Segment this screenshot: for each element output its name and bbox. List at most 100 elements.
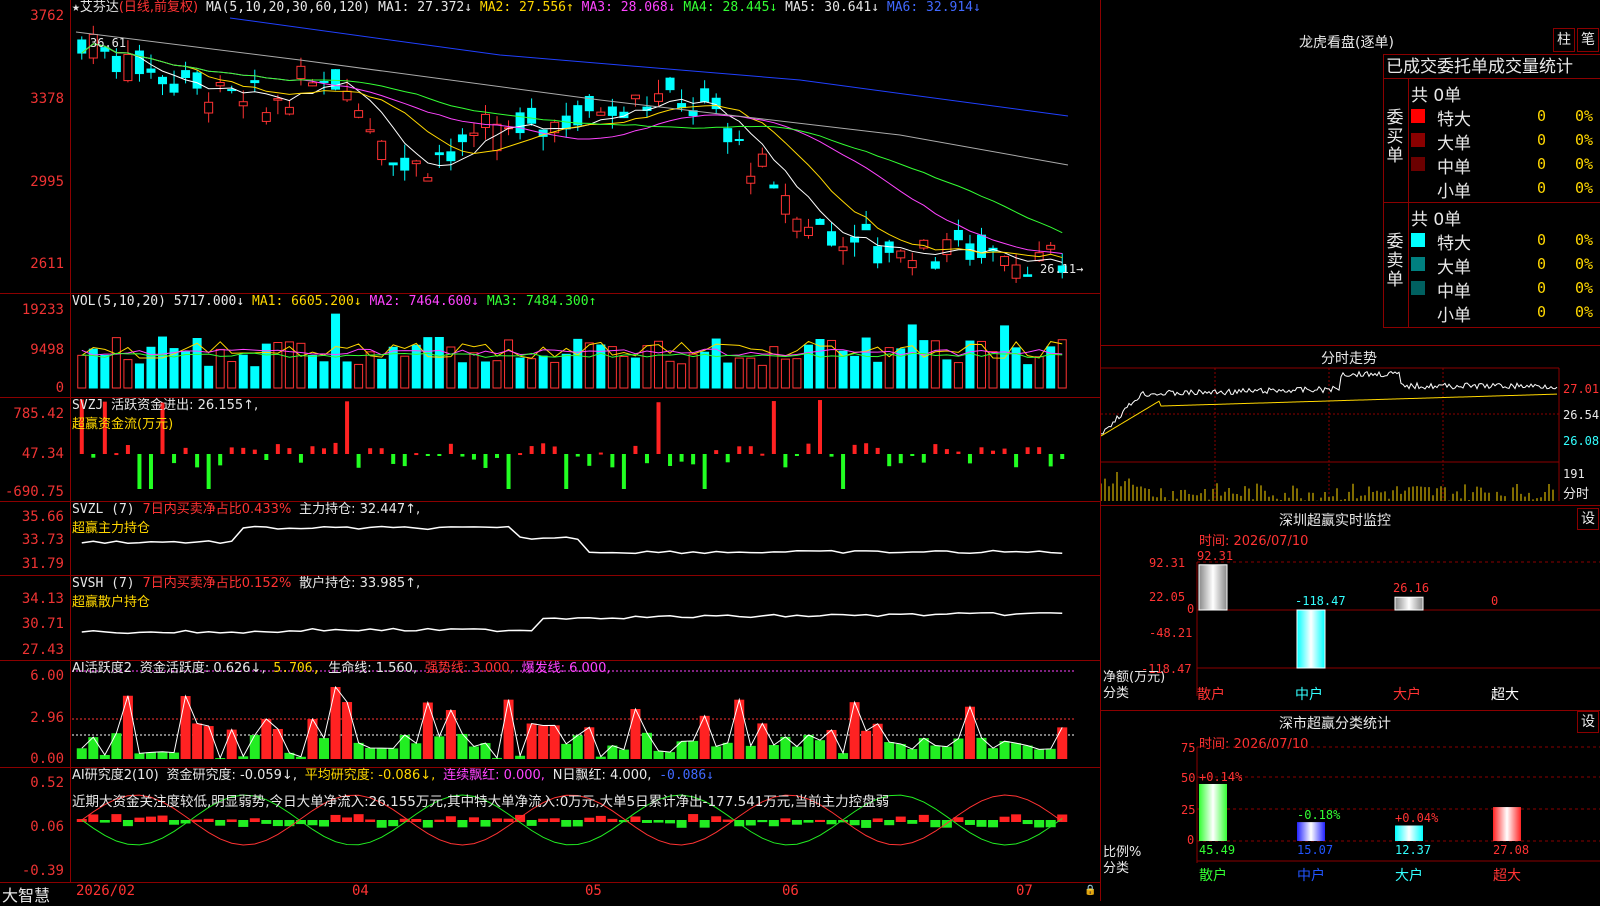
sz-class-panel[interactable]: 深市超赢分类统计 设 时间: 2026/07/10 75 50 25 0 比例%… (1100, 710, 1600, 901)
activity-bar (169, 752, 180, 759)
svzj-header: SVZJ 活跃资金进出: 26.155↑, (72, 398, 258, 414)
fund-flow-bar (506, 454, 511, 489)
volume-bar (792, 358, 802, 389)
sz-monitor-chart[interactable] (1101, 506, 1600, 711)
ma5-value: MA5: 30.641↓ (785, 0, 880, 15)
fund-flow-bar (806, 443, 811, 454)
fund-flow-bar (471, 454, 476, 460)
ma1-value: MA1: 27.372↓ (378, 0, 473, 15)
research-bar (249, 818, 260, 822)
fund-flow-bar (991, 450, 996, 454)
ai-consecutive-red: 连续飘红: 0.000, (443, 768, 545, 783)
fund-flow-bar (887, 454, 892, 467)
volume-bar (584, 342, 594, 389)
fund-flow-bar (541, 443, 546, 454)
volume-bar (746, 357, 756, 389)
order-row: 中单 0 0% (1409, 153, 1600, 178)
volume-bar (734, 357, 744, 389)
activity-bar (538, 725, 549, 759)
volume-bar (988, 351, 998, 389)
candle-body (296, 65, 306, 80)
fund-flow-bar (483, 454, 488, 468)
research-bar (99, 820, 110, 823)
svzl-label: SVZL (7) (72, 502, 135, 517)
order-row: 小单 0 0% (1409, 301, 1600, 326)
ai-research-avg: 平均研究度: -0.086↓, (304, 768, 436, 783)
research-bar (595, 815, 606, 822)
fund-flow-bar (621, 454, 626, 489)
sz-monitor-panel[interactable]: 深圳超赢实时监控 设 时间: 2026/07/10 92.31 22.05 0 … (1100, 505, 1600, 711)
svsh-ratio: 7日内买卖净占比0.152% (142, 576, 292, 591)
volume-bar (688, 353, 698, 389)
longhu-tabs[interactable]: 已成交委托单成交量统计 (1383, 54, 1600, 79)
svzl-value: 主力持仓: 32.447↑, (299, 502, 421, 517)
volume-panel[interactable]: 19233 9498 0 VOL(5,10,20) 5717.000↓ MA1:… (0, 294, 1100, 398)
fund-flow-bar (437, 454, 442, 456)
sz-class-category-label: 分类 (1103, 861, 1130, 876)
category-label: 大户 (1395, 868, 1423, 884)
fund-flow-bar (656, 402, 661, 454)
svzl-panel[interactable]: 35.66 33.73 31.79 SVZL (7) 7日内买卖净占比0.433… (0, 502, 1100, 576)
kline-chart[interactable] (0, 0, 1100, 293)
order-row: 特大 0 0% (1409, 105, 1600, 130)
volume-bar (757, 364, 767, 389)
fund-flow-bar (944, 449, 949, 454)
ai-burst-line: 爆发线: 6.000, (521, 661, 611, 676)
fund-flow-bar (564, 454, 569, 489)
longhu-panel[interactable]: 龙虎看盘(逐单) 柱 笔 已成交委托单成交量统计 委买单 共 0单 特大 0 0% 大… (1100, 0, 1600, 345)
volume-bar (711, 338, 721, 389)
candle-body (1011, 264, 1021, 279)
ratio-value: 15.07 (1297, 843, 1334, 857)
order-color-swatch (1411, 305, 1425, 319)
fund-flow-bar (310, 446, 315, 454)
vol-ma3: MA3: 7484.300↑ (486, 294, 597, 309)
ai-research-chart[interactable] (0, 768, 1100, 882)
research-bar (272, 820, 283, 827)
bar-mode-button[interactable]: 柱 (1553, 28, 1575, 52)
activity-bar (145, 752, 156, 759)
intraday-chart[interactable] (1101, 346, 1600, 506)
volume-bar (307, 354, 317, 389)
svsh-panel[interactable]: 34.13 30.71 27.43 SVSH (7) 7日内买卖净占比0.152… (0, 576, 1100, 661)
research-bar (872, 818, 883, 822)
sz-class-chart[interactable] (1101, 711, 1600, 901)
star-icon[interactable]: ★ (72, 0, 80, 15)
research-bar (768, 820, 779, 827)
tick-mode-button[interactable]: 笔 (1577, 28, 1599, 52)
brand-logo[interactable]: 大智慧 (2, 882, 50, 906)
research-bar (1034, 820, 1045, 828)
lock-icon[interactable]: 🔒 (1084, 885, 1096, 896)
kline-mode[interactable]: (日线,前复权) (119, 0, 198, 15)
y-tick: 27.01 (1563, 382, 1600, 396)
order-size-label: 特大 (1437, 234, 1471, 254)
intraday-panel[interactable]: 分时走势 27.01 26.54 26.08 191 分时 (1100, 345, 1600, 506)
y-tick: 0 (1187, 833, 1195, 847)
net-amount-bar (1198, 564, 1228, 611)
candle-body (965, 243, 975, 260)
ai-research-panel[interactable]: 0.52 0.06 -0.39 AI研究度2(10) 资金研究度: -0.059… (0, 768, 1100, 882)
fund-flow-bar (760, 453, 765, 456)
research-bar (815, 819, 825, 822)
ma5-line (75, 31, 1069, 166)
vol-label: VOL(5,10,20) (72, 294, 166, 309)
activity-bar (157, 751, 168, 759)
retail-holding-line (81, 611, 1063, 635)
fund-flow-bar (967, 454, 972, 464)
research-bar (145, 816, 156, 822)
svzj-panel[interactable]: 785.42 47.34 -690.75 SVZJ 活跃资金进出: 26.155… (0, 398, 1100, 502)
ma2-line (81, 43, 1063, 259)
activity-bar (388, 748, 399, 759)
fund-flow-bar (172, 454, 177, 464)
fund-flow-bar (898, 454, 903, 464)
research-bar (699, 820, 710, 828)
order-count: 0 (1537, 107, 1547, 125)
candle-body (342, 90, 352, 101)
fund-flow-bar (114, 453, 119, 456)
svzl-title: 超赢主力持仓 (72, 521, 151, 536)
ai-activity-panel[interactable]: 6.00 2.96 0.00 AI活跃度2 资金活跃度: 0.626↓, 5.7… (0, 661, 1100, 768)
candle-body (480, 113, 490, 128)
net-amount-bar (1296, 609, 1326, 669)
fund-flow-bar (575, 454, 580, 457)
activity-bar (907, 749, 918, 759)
kline-panel[interactable]: 3762 3378 2995 2611 ★艾芬达(日线,前复权) MA(5,10… (0, 0, 1100, 294)
